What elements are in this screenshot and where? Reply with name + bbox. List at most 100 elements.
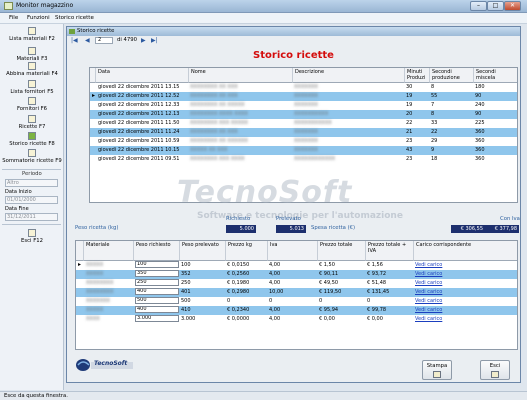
column-header-materiale[interactable]: Materiale xyxy=(84,241,134,261)
column-header-secondi-miscela[interactable]: Secondi miscela xyxy=(474,68,517,83)
sidebar-item-esci[interactable]: Esci F12 xyxy=(0,229,64,244)
menu-funzioni[interactable]: Funzioni xyxy=(27,15,50,21)
table-row[interactable]: giovedì 22 dicembre 2011 10.59 XXXXXXXX X… xyxy=(90,137,517,146)
table-cell-pr[interactable]: 500 xyxy=(135,297,179,304)
column-header-descrizione[interactable]: Descrizione xyxy=(293,68,405,83)
exit-icon xyxy=(491,371,499,378)
column-header-prezzo-totale[interactable]: Prezzo totale xyxy=(318,241,366,261)
table-row[interactable]: giovedì 22 dicembre 2011 13.15 XXXXXXXX X… xyxy=(90,83,517,92)
child-window-title: Storico ricette xyxy=(77,28,115,34)
exit-button[interactable]: Esci xyxy=(480,360,510,380)
column-header-minuti[interactable]: Minuti Produzi xyxy=(405,68,430,83)
table-row[interactable]: XXXXXXXX 400 401 € 0,2980 10,00 € 119,50 € 131… xyxy=(76,288,517,297)
table-cell-pp: 401 xyxy=(181,289,191,295)
table-row[interactable]: XXXXXXXX 250 250 € 0,1980 4,00 € 49,50 € 51,48… xyxy=(76,279,517,288)
table-cell-kg: € 0,2980 xyxy=(227,289,250,295)
sidebar-item-label: Esci F12 xyxy=(21,238,43,244)
table-cell-tot: € 1,50 xyxy=(319,262,335,268)
table-cell-pp: 410 xyxy=(181,307,191,313)
column-header-secondi-produzione[interactable]: Secondi produzione xyxy=(430,68,474,83)
prev-page-button[interactable]: ◀ xyxy=(85,37,90,44)
close-button[interactable]: ✕ xyxy=(504,1,521,11)
table-cell-data: giovedì 22 dicembre 2011 10.15 xyxy=(98,147,180,153)
last-page-button[interactable]: ▶| xyxy=(151,37,158,44)
sidebar-item-abbina-materiali[interactable]: Abbina materiali F4 xyxy=(0,62,64,77)
maximize-button[interactable]: □ xyxy=(487,1,504,11)
column-header-iva[interactable]: Iva xyxy=(268,241,318,261)
vedi-carico-link[interactable]: Vedi carico xyxy=(415,262,475,268)
table-row[interactable]: giovedì 22 dicembre 2011 09.51 XXXXXXXX X… xyxy=(90,155,517,164)
vedi-carico-link[interactable]: Vedi carico xyxy=(415,289,475,295)
table-row[interactable]: XXXX 3.000 3.000 € 0,0000 4,00 € 0,00 € 0,00 Ve… xyxy=(76,315,517,324)
table-cell-mat: XXXXX xyxy=(86,271,104,277)
window-icon xyxy=(69,29,75,34)
table-cell-pp: 100 xyxy=(181,262,191,268)
table-cell-iva: 4,00 xyxy=(269,280,281,286)
sidebar-item-lista-materiali[interactable]: Lista materiali F2 xyxy=(0,27,64,42)
table-row[interactable]: giovedì 22 dicembre 2011 12.33 XXXXXXXX X… xyxy=(90,101,517,110)
column-header-carico[interactable]: Carico corrispondente xyxy=(414,241,517,261)
table-row[interactable]: ▸ giovedì 22 dicembre 2011 12.52 XXXXXXXX … xyxy=(90,92,517,101)
sidebar-item-sommatorie-ricette[interactable]: Sommatorie ricette F9 xyxy=(0,149,64,164)
column-header-prezzo-totale-iva[interactable]: Prezzo totale + IVA xyxy=(366,241,414,261)
table-cell-pr[interactable]: 350 xyxy=(135,270,179,277)
sidebar-item-ricette[interactable]: Ricette F7 xyxy=(0,115,64,130)
page-number-input[interactable]: 2 xyxy=(95,37,113,44)
vedi-carico-link[interactable]: Vedi carico xyxy=(415,298,475,304)
sidebar-item-fornitori[interactable]: Fornitori F6 xyxy=(0,97,64,112)
exit-icon xyxy=(28,229,36,237)
table-cell-sm: 240 xyxy=(475,102,485,108)
table-cell-sp: 9 xyxy=(431,147,435,153)
start-date-field[interactable]: 01/01/2000 xyxy=(5,196,58,204)
table-row[interactable]: giovedì 22 dicembre 2011 11.50 XXXXXXXX X… xyxy=(90,119,517,128)
table-row[interactable]: XXXXX 350 352 € 0,2560 4,00 € 90,11 € 93,72 Ved… xyxy=(76,270,517,279)
table-cell-pr[interactable]: 400 xyxy=(135,288,179,295)
table-row[interactable]: giovedì 22 dicembre 2011 11.24 XXXXXXXX X… xyxy=(90,128,517,137)
first-page-button[interactable]: |◀ xyxy=(71,37,78,44)
minimize-button[interactable]: – xyxy=(470,1,487,11)
vedi-carico-link[interactable]: Vedi carico xyxy=(415,271,475,277)
sidebar-item-lista-fornitori[interactable]: Lista fornitori F5 xyxy=(0,80,64,95)
table-cell-desc: XXXXXXXXXXX xyxy=(294,120,332,126)
watermark-logo: TecnoSoft xyxy=(177,175,353,210)
vedi-carico-link[interactable]: Vedi carico xyxy=(415,280,475,286)
end-date-field[interactable]: 31/12/2011 xyxy=(5,213,58,221)
sidebar-item-label: Lista fornitori F5 xyxy=(10,89,54,95)
column-header-peso-richiesto[interactable]: Peso richiesto xyxy=(134,241,180,261)
column-header-data[interactable]: Data xyxy=(96,68,189,83)
table-cell-nome: XXXXXXXX XXXX XXXX xyxy=(190,111,248,117)
period-select[interactable]: Altro xyxy=(5,179,58,187)
table-cell-nome: XXXXXXXX XX XXXXX xyxy=(190,102,245,108)
current-row-indicator: ▸ xyxy=(92,92,96,99)
window-title: Monitor magazzino xyxy=(16,2,74,9)
history-icon xyxy=(28,132,36,140)
table-row[interactable]: giovedì 22 dicembre 2011 10.15 XXXXX XX X… xyxy=(90,146,517,155)
sidebar-item-storico-ricette[interactable]: Storico ricette F8 xyxy=(0,132,64,147)
table-cell-data: giovedì 22 dicembre 2011 11.50 xyxy=(98,120,180,126)
table-row[interactable]: ▸ XXXXX 100 100 € 0,0150 4,00 € 1,50 € 1,56 Vedi… xyxy=(76,261,517,270)
column-header-nome[interactable]: Nome xyxy=(189,68,293,83)
child-window: Storico ricette |◀ ◀ 2 di 4790 ▶ ▶| Stor… xyxy=(66,26,521,383)
peso-ricetta-label: Peso ricetta (kg) xyxy=(75,225,119,231)
menu-storico-ricette[interactable]: Storico ricette xyxy=(55,15,94,21)
table-cell-pr[interactable]: 3.000 xyxy=(135,315,179,322)
table-row[interactable]: XXXXX 400 410 € 0,2340 4,00 € 95,94 € 99,78 Ved… xyxy=(76,306,517,315)
sidebar-item-materiali[interactable]: Materiali F3 xyxy=(0,47,64,62)
table-cell-pr[interactable]: 400 xyxy=(135,306,179,313)
vedi-carico-link[interactable]: Vedi carico xyxy=(415,307,475,313)
table-cell-pr[interactable]: 100 xyxy=(135,261,179,268)
table-row[interactable]: giovedì 22 dicembre 2011 12.13 XXXXXXXX X… xyxy=(90,110,517,119)
next-page-button[interactable]: ▶ xyxy=(141,37,146,44)
print-button[interactable]: Stampa xyxy=(422,360,452,380)
table-cell-data: giovedì 22 dicembre 2011 12.52 xyxy=(98,93,180,99)
current-row-indicator: ▸ xyxy=(78,261,82,268)
column-header-prezzo-kg[interactable]: Prezzo kg xyxy=(226,241,268,261)
table-cell-iva: 4,00 xyxy=(269,307,281,313)
menu-file[interactable]: File xyxy=(9,15,18,21)
sidebar-item-label: Abbina materiali F4 xyxy=(6,71,58,77)
vedi-carico-link[interactable]: Vedi carico xyxy=(415,316,475,322)
table-row[interactable]: XXXXXXX 500 500 0 0 0 0 Vedi carico xyxy=(76,297,517,306)
table-cell-pr[interactable]: 250 xyxy=(135,279,179,286)
column-header-peso-prelevato[interactable]: Peso prelevato xyxy=(180,241,226,261)
table-cell-tot: € 95,94 xyxy=(319,307,339,313)
